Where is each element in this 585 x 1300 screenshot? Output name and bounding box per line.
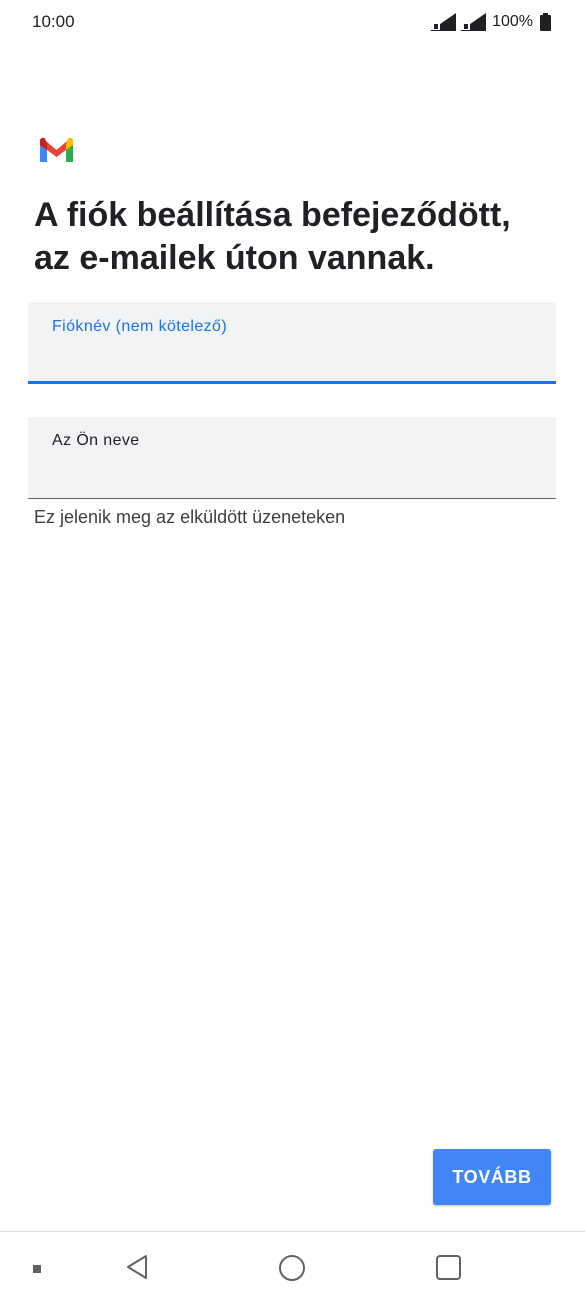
next-button[interactable]: TOVÁBB bbox=[433, 1149, 551, 1205]
page-title-line1: A fiók beállítása befejeződött, bbox=[34, 196, 511, 234]
status-time: 10:00 bbox=[32, 12, 75, 31]
status-bar: 10:00 100% bbox=[0, 0, 585, 44]
battery-icon bbox=[540, 13, 551, 31]
page-title-line2: az e-mailek úton vannak. bbox=[34, 239, 435, 277]
menu-dot-icon[interactable] bbox=[33, 1265, 41, 1273]
your-name-field[interactable]: Az Ön neve bbox=[28, 417, 556, 499]
back-icon[interactable] bbox=[122, 1252, 152, 1282]
page-title: A fiók beállítása befejeződött, az e-mai… bbox=[34, 194, 564, 280]
battery-percent: 100% bbox=[492, 13, 533, 30]
recents-icon[interactable] bbox=[435, 1254, 462, 1281]
gmail-logo-icon bbox=[40, 137, 73, 162]
your-name-helper-text: Ez jelenik meg az elküldött üzeneteken bbox=[34, 507, 346, 527]
account-name-label: Fióknév (nem kötelező) bbox=[52, 318, 228, 335]
account-name-input[interactable] bbox=[50, 349, 534, 377]
home-icon[interactable] bbox=[278, 1254, 306, 1282]
your-name-input[interactable] bbox=[50, 466, 534, 494]
signal-sim1-icon bbox=[430, 13, 457, 31]
your-name-label: Az Ön neve bbox=[52, 432, 140, 449]
screen: 10:00 100% A fiók beállítása befejeződöt… bbox=[0, 0, 585, 1300]
status-icons: 100% bbox=[430, 11, 551, 33]
account-name-field[interactable]: Fióknév (nem kötelező) bbox=[28, 302, 556, 384]
navigation-bar bbox=[0, 1231, 585, 1300]
signal-sim2-icon bbox=[460, 13, 487, 31]
